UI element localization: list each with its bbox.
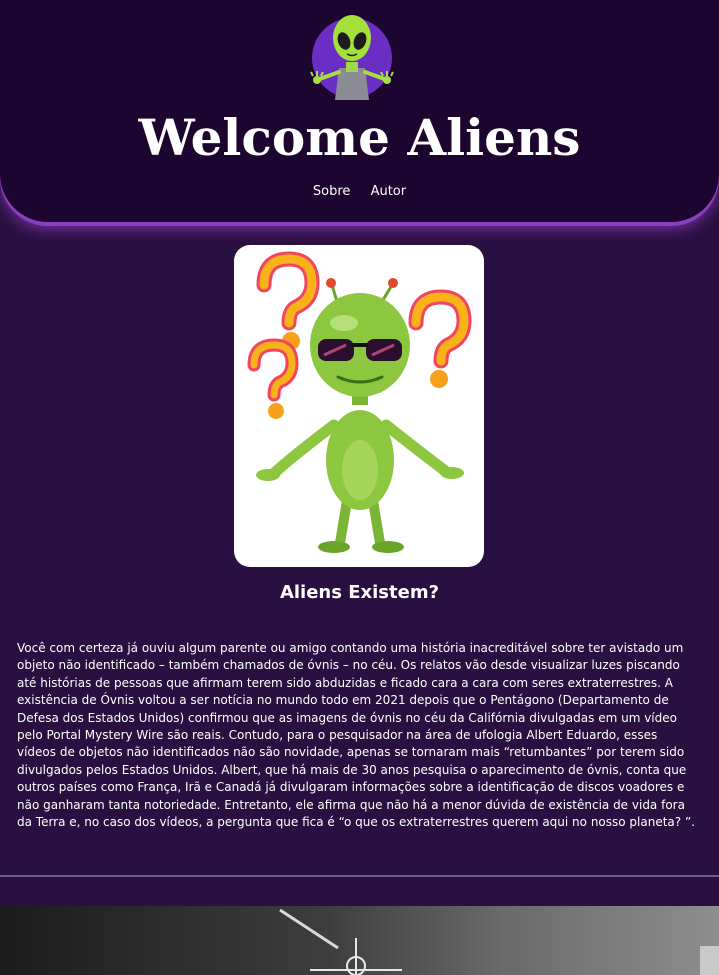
article-paragraph: Você com certeza já ouviu algum parente … [17,641,695,830]
question-mark-icon [256,251,320,350]
site-title: Welcome Aliens [138,108,581,167]
alien-with-question-marks-illustration [247,251,472,553]
section-title: Aliens Existem? [279,582,440,603]
alien-logo-icon[interactable] [309,10,395,102]
main-nav: Sobre Autor [0,184,719,199]
question-mark-icon [247,338,299,419]
nav-link-sobre[interactable]: Sobre [313,184,351,199]
hero-image [234,245,484,567]
site-header: Welcome Aliens Sobre Autor [0,0,719,222]
nav-link-autor[interactable]: Autor [371,184,407,199]
divider [0,875,719,877]
question-mark-icon [408,289,472,388]
video-thumbnail[interactable] [0,906,719,975]
